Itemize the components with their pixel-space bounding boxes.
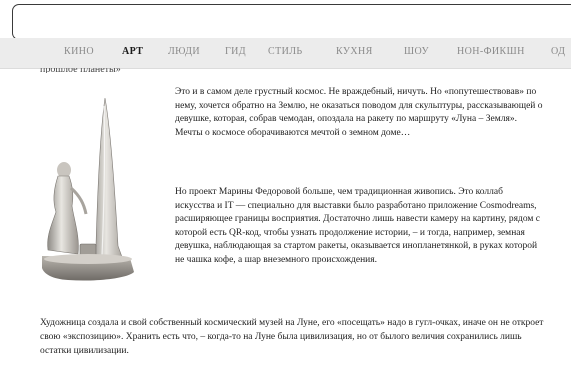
paragraph-2-text: Но проект Марины Федоровой больше, чем т… [175, 187, 541, 265]
nav-item-style[interactable]: СТИЛЬ [268, 46, 303, 57]
nav-item-non-fiction[interactable]: НОН-ФИКШН [457, 46, 525, 57]
nav-item-show[interactable]: ШОУ [404, 46, 429, 57]
nav-item-people[interactable]: ЛЮДИ [168, 46, 200, 57]
category-nav: КИНО АРТ ЛЮДИ ГИД СТИЛЬ КУХНЯ ШОУ НОН-ФИ… [0, 38, 571, 69]
nav-item-cut-off[interactable]: ОД [551, 46, 565, 57]
nav-item-kitchen[interactable]: КУХНЯ [336, 46, 373, 57]
nav-item-art[interactable]: АРТ [122, 46, 143, 57]
cut-off-text-line: прошлое планеты» [40, 68, 121, 73]
paragraph-3-text: Художница создала и свой собственный кос… [40, 318, 544, 356]
sculpture-image [38, 96, 148, 288]
sculpture-rocket-girl-icon [42, 97, 134, 281]
paragraph-1-text: Это и в самом деле грустный космос. Не в… [175, 87, 543, 138]
article-paragraph-1: Это и в самом деле грустный космос. Не в… [175, 86, 545, 140]
top-bar [12, 4, 571, 40]
nav-item-guide[interactable]: ГИД [225, 46, 246, 57]
article-paragraph-2: Но проект Марины Федоровой больше, чем т… [175, 186, 545, 268]
article-paragraph-3: Художница создала и свой собственный кос… [40, 316, 555, 358]
nav-item-kino[interactable]: КИНО [64, 46, 94, 57]
page: КИНО АРТ ЛЮДИ ГИД СТИЛЬ КУХНЯ ШОУ НОН-ФИ… [0, 0, 571, 365]
